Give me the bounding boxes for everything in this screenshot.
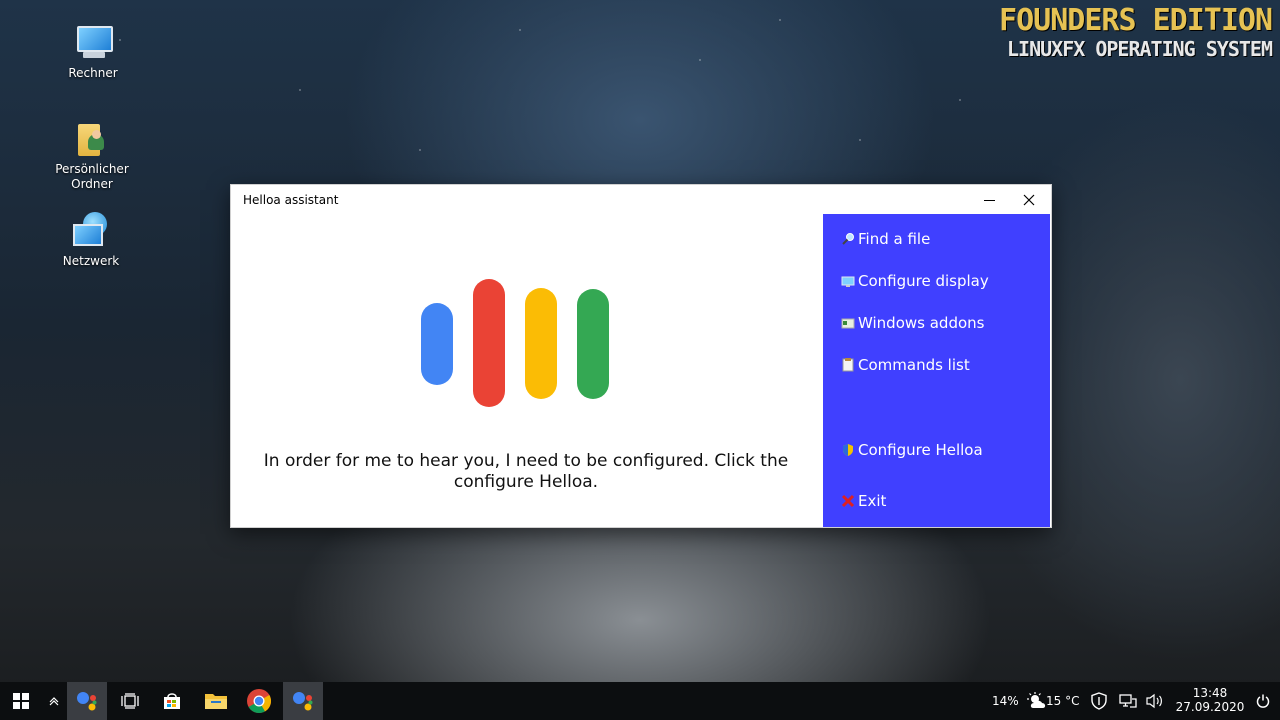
- taskbar-assistant-launcher[interactable]: [67, 682, 107, 720]
- menu-item-configure-helloa[interactable]: Configure Helloa: [841, 441, 983, 459]
- network-wired-icon: [1119, 694, 1137, 708]
- helloa-window: Helloa assistant In order for me to hear…: [230, 184, 1052, 528]
- menu-item-commands-list[interactable]: Commands list: [841, 356, 970, 374]
- logo-bar-blue: [421, 303, 453, 385]
- clipboard-icon: [841, 358, 855, 372]
- configuration-message: In order for me to hear you, I need to b…: [263, 451, 789, 492]
- logo-bar-red: [473, 279, 505, 407]
- minimize-icon: [983, 199, 995, 201]
- menu-item-windows-addons[interactable]: Windows addons: [841, 314, 984, 332]
- power-icon: [1256, 694, 1270, 708]
- temperature[interactable]: 15 °C: [1046, 694, 1079, 708]
- logo-bar-green: [577, 289, 609, 399]
- power-button[interactable]: [1252, 682, 1274, 720]
- weather-button[interactable]: [1026, 682, 1048, 720]
- clock-date: 27.09.2020: [1175, 700, 1245, 714]
- menu-item-label: Configure Helloa: [858, 441, 983, 459]
- desktop-icon-personal-folder[interactable]: Persönlicher Ordner: [47, 118, 137, 192]
- network-tray-button[interactable]: [1117, 682, 1139, 720]
- task-view-button[interactable]: [110, 682, 150, 720]
- taskbar-store[interactable]: [152, 682, 192, 720]
- store-bag-icon: [164, 693, 180, 709]
- desktop-icon-netzwerk[interactable]: Netzwerk: [46, 210, 136, 269]
- menu-item-label: Windows addons: [858, 314, 985, 332]
- red-x-icon: [841, 494, 855, 508]
- security-tray-button[interactable]: [1088, 682, 1110, 720]
- menu-item-exit[interactable]: Exit: [841, 492, 886, 510]
- desktop-icon-label: Persönlicher Ordner: [55, 162, 129, 191]
- magnifier-icon: [841, 232, 855, 246]
- assistant-sidebar: Find a file Configure display Windows ad…: [823, 214, 1050, 527]
- clock[interactable]: 13:48 27.09.2020: [1170, 686, 1250, 714]
- close-button[interactable]: [1009, 185, 1049, 215]
- menu-item-label: Commands list: [858, 356, 970, 374]
- wallpaper-branding: FOUNDERS EDITION LINUXFX OPERATING SYSTE…: [999, 3, 1273, 61]
- windows-logo-icon: [13, 693, 29, 709]
- user-folder-icon: [72, 118, 112, 158]
- computer-icon: [73, 22, 113, 62]
- speaker-icon: [1146, 693, 1162, 709]
- taskbar-file-explorer[interactable]: [196, 682, 236, 720]
- brand-line-1: FOUNDERS EDITION: [999, 3, 1273, 38]
- menu-item-configure-display[interactable]: Configure display: [841, 272, 989, 290]
- addons-icon: [841, 316, 855, 330]
- close-icon: [1023, 194, 1035, 206]
- clock-time: 13:48: [1192, 686, 1228, 700]
- window-titlebar[interactable]: Helloa assistant: [231, 185, 1051, 215]
- task-view-icon: [121, 693, 139, 709]
- chrome-icon: [247, 689, 272, 714]
- weather-sun-cloud-icon: [1027, 692, 1046, 708]
- desktop-icon-label: Netzwerk: [62, 254, 120, 268]
- assistant-dots-icon: [77, 692, 97, 711]
- menu-item-label: Configure display: [858, 272, 989, 290]
- taskbar-helloa-running[interactable]: [283, 682, 323, 720]
- menu-item-label: Find a file: [858, 230, 931, 248]
- volume-button[interactable]: [1144, 682, 1166, 720]
- menu-item-label: Exit: [858, 492, 887, 510]
- taskbar: 14% 15 °C 13:48 27.09.2020: [0, 682, 1280, 720]
- settings-shield-icon: [841, 443, 855, 457]
- assistant-logo: [421, 279, 609, 409]
- network-icon: [71, 210, 111, 250]
- menu-item-find-file[interactable]: Find a file: [841, 230, 930, 248]
- minimize-button[interactable]: [969, 185, 1009, 215]
- monitor-icon: [841, 274, 855, 288]
- show-hidden-button[interactable]: [42, 682, 66, 720]
- taskbar-chrome[interactable]: [239, 682, 279, 720]
- desktop-icon-label: Rechner: [68, 66, 118, 80]
- folder-icon: [205, 694, 227, 709]
- assistant-dots-icon: [293, 692, 313, 711]
- battery-percent[interactable]: 14%: [992, 694, 1019, 708]
- start-button[interactable]: [0, 682, 42, 720]
- logo-bar-yellow: [525, 288, 557, 399]
- brand-line-2: LINUXFX OPERATING SYSTEM: [1007, 37, 1273, 61]
- desktop-icon-rechner[interactable]: Rechner: [48, 22, 138, 81]
- shield-icon: [1091, 692, 1107, 710]
- chevron-up-icon: [49, 697, 59, 706]
- window-title: Helloa assistant: [243, 193, 339, 207]
